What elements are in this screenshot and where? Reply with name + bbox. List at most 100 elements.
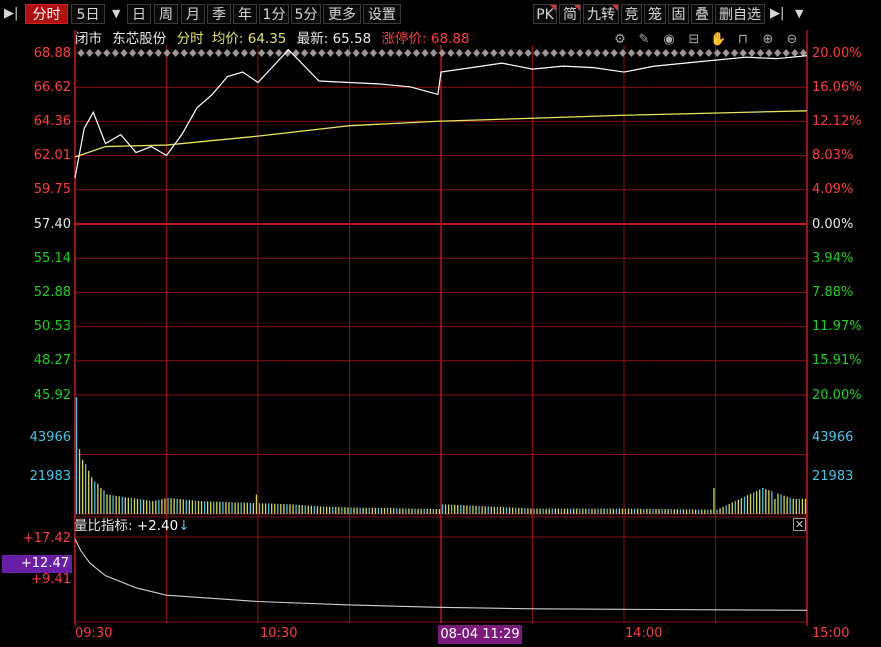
time-label: 14:00 xyxy=(625,626,663,641)
limit-marker-diamond xyxy=(249,49,257,57)
limit-marker-diamond xyxy=(421,49,429,57)
limit-marker-diamond xyxy=(86,49,94,57)
limit-marker-diamond xyxy=(756,49,764,57)
pct-tick: 20.00% xyxy=(812,388,862,403)
limit-marker-diamond xyxy=(645,49,653,57)
limit-marker-diamond xyxy=(576,49,584,57)
limit-marker-diamond xyxy=(679,49,687,57)
limit-marker-diamond xyxy=(120,49,128,57)
limit-marker-diamond xyxy=(154,49,162,57)
limit-marker-diamond xyxy=(206,49,214,57)
limit-marker-diamond xyxy=(301,49,309,57)
limit-marker-diamond xyxy=(713,49,721,57)
limit-marker-diamond xyxy=(215,49,223,57)
limit-marker-diamond xyxy=(584,49,592,57)
limit-marker-diamond xyxy=(619,49,627,57)
limit-marker-diamond xyxy=(326,49,334,57)
limit-marker-diamond xyxy=(670,49,678,57)
limit-marker-diamond xyxy=(662,49,670,57)
limit-marker-diamond xyxy=(387,49,395,57)
price-tick: 55.14 xyxy=(33,251,71,266)
volume-tick: 21983 xyxy=(812,469,854,484)
grid xyxy=(74,30,808,626)
limit-marker-diamond xyxy=(395,49,403,57)
limit-marker-diamond xyxy=(438,49,446,57)
price-tick: 66.62 xyxy=(33,80,71,95)
volume-tick: 21983 xyxy=(29,469,71,484)
limit-marker-diamond xyxy=(765,49,773,57)
volume-tick: 43966 xyxy=(29,430,71,445)
limit-marker-diamond xyxy=(361,49,369,57)
limit-marker-diamond xyxy=(352,49,360,57)
limit-marker-diamond xyxy=(524,49,532,57)
limit-marker-diamond xyxy=(318,49,326,57)
close-icon[interactable]: ✕ xyxy=(793,518,806,531)
limit-marker-diamond xyxy=(490,49,498,57)
limit-marker-diamond xyxy=(782,49,790,57)
indicator-title[interactable]: 量比指标: +2.40↓ xyxy=(74,519,190,534)
limit-marker-diamond xyxy=(378,49,386,57)
limit-marker-diamond xyxy=(516,49,524,57)
limit-marker-diamond xyxy=(498,49,506,57)
limit-markers xyxy=(77,49,807,57)
price-tick: 62.01 xyxy=(33,148,71,163)
pct-tick: 8.03% xyxy=(812,148,854,163)
indicator-tick: +9.41 xyxy=(31,572,71,587)
limit-marker-diamond xyxy=(481,49,489,57)
limit-marker-diamond xyxy=(567,49,575,57)
price-tick: 59.75 xyxy=(33,182,71,197)
limit-marker-diamond xyxy=(705,49,713,57)
pct-tick: 11.97% xyxy=(812,319,862,334)
limit-marker-diamond xyxy=(240,49,248,57)
pct-tick: 0.00% xyxy=(812,217,854,232)
time-label: 09:30 xyxy=(75,626,113,641)
limit-marker-diamond xyxy=(180,49,188,57)
limit-marker-diamond xyxy=(507,49,515,57)
limit-marker-diamond xyxy=(223,49,231,57)
limit-marker-diamond xyxy=(627,49,635,57)
limit-marker-diamond xyxy=(688,49,696,57)
chart-canvas[interactable] xyxy=(0,0,881,647)
pct-tick: 4.09% xyxy=(812,182,854,197)
volume-tick: 43966 xyxy=(812,430,854,445)
limit-marker-diamond xyxy=(266,49,274,57)
limit-marker-diamond xyxy=(447,49,455,57)
limit-marker-diamond xyxy=(696,49,704,57)
pct-tick: 7.88% xyxy=(812,285,854,300)
indicator-value: +2.40 xyxy=(136,518,179,534)
limit-marker-diamond xyxy=(653,49,661,57)
pct-tick: 20.00% xyxy=(812,46,862,61)
limit-marker-diamond xyxy=(292,49,300,57)
limit-marker-diamond xyxy=(533,49,541,57)
limit-marker-diamond xyxy=(550,49,558,57)
down-arrow-icon: ↓ xyxy=(178,518,190,534)
limit-marker-diamond xyxy=(464,49,472,57)
time-label: 15:00 xyxy=(812,626,850,641)
limit-marker-diamond xyxy=(369,49,377,57)
price-tick: 57.40 xyxy=(33,217,71,232)
limit-marker-diamond xyxy=(473,49,481,57)
price-tick: 48.27 xyxy=(33,353,71,368)
limit-marker-diamond xyxy=(137,49,145,57)
cursor-time-tag: 08-04 11:29 xyxy=(438,625,522,644)
time-label: 10:30 xyxy=(260,626,298,641)
price-tick: 45.92 xyxy=(33,388,71,403)
limit-marker-diamond xyxy=(129,49,137,57)
limit-marker-diamond xyxy=(455,49,463,57)
limit-marker-diamond xyxy=(412,49,420,57)
price-tick: 52.88 xyxy=(33,285,71,300)
limit-marker-diamond xyxy=(146,49,154,57)
limit-marker-diamond xyxy=(275,49,283,57)
indicator-name: 量比指标: xyxy=(74,518,133,534)
indicator-cursor-value: +12.47 xyxy=(2,555,72,573)
limit-marker-diamond xyxy=(404,49,412,57)
limit-marker-diamond xyxy=(103,49,111,57)
limit-marker-diamond xyxy=(258,49,266,57)
limit-marker-diamond xyxy=(163,49,171,57)
pct-tick: 3.94% xyxy=(812,251,854,266)
limit-marker-diamond xyxy=(774,49,782,57)
pct-tick: 15.91% xyxy=(812,353,862,368)
limit-marker-diamond xyxy=(739,49,747,57)
limit-marker-diamond xyxy=(602,49,610,57)
limit-marker-diamond xyxy=(172,49,180,57)
